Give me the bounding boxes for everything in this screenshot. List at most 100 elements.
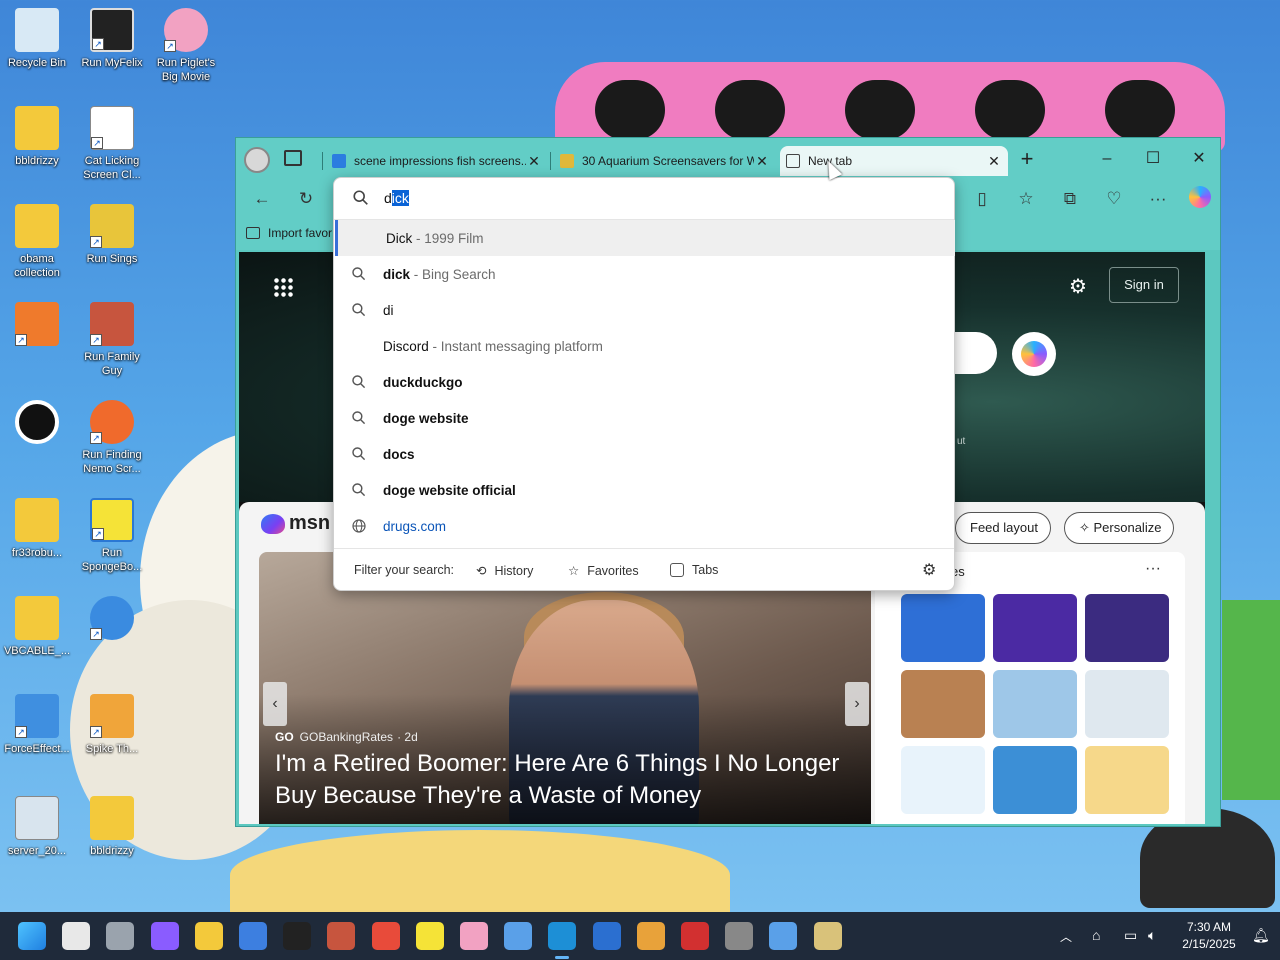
game-tile[interactable] (1085, 670, 1169, 738)
personalize-button[interactable]: ✧ Personalize (1064, 512, 1175, 544)
suggestion-item[interactable]: duckduckgo (335, 364, 955, 400)
game-tile[interactable] (901, 670, 985, 738)
volume-icon[interactable]: 🔈︎ (1148, 927, 1156, 960)
browser-essentials-icon[interactable]: ♡ (1100, 186, 1128, 212)
sparkle-icon[interactable] (62, 922, 91, 950)
suggestion-item[interactable]: doge website official (335, 472, 955, 508)
shark-app-icon[interactable] (592, 922, 621, 950)
network-icon[interactable]: ⌂ (1092, 927, 1100, 960)
fish-app-icon[interactable] (371, 922, 400, 950)
desktop-icon-run-family-guy[interactable]: ↗ Run Family Guy (76, 302, 148, 378)
profile-avatar[interactable] (244, 147, 270, 173)
desktop-icon-run-finding-nemo[interactable]: ↗ Run Finding Nemo Scr... (76, 400, 148, 476)
game-tile[interactable] (993, 670, 1077, 738)
desktop-icon-run-myfelix[interactable]: ↗ Run MyFelix (76, 8, 148, 70)
collections-icon[interactable]: ⧉ (1056, 186, 1084, 212)
next-arrow-button[interactable]: › (845, 682, 869, 726)
suggestion-item[interactable]: dick - Bing Search (335, 256, 955, 292)
favorites-star-icon[interactable]: ☆ (1012, 186, 1040, 212)
filter-favorites-button[interactable]: ☆ Favorites (568, 563, 639, 579)
game-tile[interactable] (901, 594, 985, 662)
filter-tabs-button[interactable]: Tabs (670, 563, 718, 577)
desktop-icon-vbcable[interactable]: VBCABLE_... (1, 596, 73, 658)
close-icon[interactable]: ✕ (526, 153, 542, 170)
desktop-icon-box[interactable]: ↗ (1, 302, 73, 350)
gear-icon[interactable]: ⚙ (1069, 274, 1087, 299)
desktop-icon-roblox[interactable] (1, 400, 73, 448)
store-icon[interactable] (239, 922, 267, 950)
desktop-icon-obama-collection[interactable]: obama collection (1, 204, 73, 280)
desktop-icon-run-sings[interactable]: ↗ Run Sings (76, 204, 148, 266)
notification-bell-icon[interactable]: 🔔︎ (1252, 927, 1270, 960)
suggestion-item[interactable]: Discord - Instant messaging platform (335, 328, 955, 364)
more-menu-icon[interactable]: ··· (1144, 186, 1172, 212)
news-headline[interactable]: I'm a Retired Boomer: Here Are 6 Things … (275, 748, 865, 812)
desktop-icon-recycle-bin[interactable]: Recycle Bin (1, 8, 73, 70)
refresh-icon[interactable]: ↻ (292, 186, 320, 212)
news-card[interactable]: ‹ › GO GOBankingRates · 2d I'm a Retired… (259, 552, 871, 824)
desktop-icon-run-spongebob[interactable]: ↗ Run SpongeBo... (76, 498, 148, 574)
gear-icon[interactable]: ⚙ (922, 560, 936, 580)
new-tab-button[interactable]: + (1013, 147, 1041, 173)
msn-logo[interactable]: msn (261, 512, 330, 535)
installer-app-icon[interactable] (769, 922, 798, 950)
tab-aquarium-screensavers[interactable]: 30 Aquarium Screensavers for W... ✕ (554, 146, 776, 176)
split-screen-icon[interactable]: ▯ (968, 186, 996, 212)
close-icon[interactable]: ✕ (754, 153, 770, 170)
file-explorer-icon[interactable] (194, 922, 223, 950)
display-icon[interactable]: ▭ (1124, 927, 1137, 960)
suggestion-item[interactable]: Dick - 1999 Film (335, 220, 955, 256)
game-tile[interactable] (901, 746, 985, 814)
clock[interactable]: 7:30 AM 2/15/2025 (1170, 919, 1248, 953)
red-app-icon[interactable] (681, 922, 709, 950)
desktop-icon-spike[interactable]: ↗ Spike Th... (76, 694, 148, 756)
desktop-icon-cat-licking[interactable]: ↗ Cat Licking Screen Cl... (76, 106, 148, 182)
desktop-icon-forceeffect[interactable]: ↗ ForceEffect... (1, 694, 73, 756)
desktop-icon-fr33robu[interactable]: fr33robu... (1, 498, 73, 560)
tab-new-tab[interactable]: New tab ✕ (780, 146, 1008, 176)
back-arrow-icon[interactable]: ← (248, 186, 276, 212)
copilot-icon[interactable] (1189, 186, 1211, 208)
game-tile[interactable] (993, 746, 1077, 814)
address-bar-input[interactable]: dick (334, 178, 954, 220)
sponge-app-icon[interactable] (415, 922, 444, 950)
tab-scene-impressions[interactable]: scene impressions fish screens... ✕ (326, 146, 548, 176)
close-window-button[interactable]: ✕ (1177, 146, 1221, 172)
desktop-icon-bbldrizzy-folder[interactable]: bbldrizzy (1, 106, 73, 168)
desktop-icon-run-piglet[interactable]: ↗ Run Piglet's Big Movie (150, 8, 222, 84)
filter-history-button[interactable]: ⟲ History (476, 563, 533, 579)
game-tile[interactable] (1085, 594, 1169, 662)
desktop-icon-bbldrizzy-zip[interactable]: bbldrizzy (76, 796, 148, 858)
desktop-icon-character[interactable]: ↗ (76, 596, 148, 644)
cat-app-icon[interactable] (283, 922, 312, 950)
windows-start-icon[interactable] (18, 922, 46, 950)
desktop-icon-server[interactable]: server_20... (1, 796, 73, 858)
suggestion-item[interactable]: docs (335, 436, 955, 472)
previous-arrow-button[interactable]: ‹ (263, 682, 287, 726)
task-view-icon[interactable] (106, 922, 135, 950)
suggestion-item[interactable]: doge website (335, 400, 955, 436)
monitor-app-icon[interactable] (504, 922, 533, 950)
game-tile[interactable] (993, 594, 1077, 662)
copilot-icon[interactable] (150, 922, 179, 950)
character-app-icon[interactable] (636, 922, 665, 950)
maximize-button[interactable]: ☐ (1131, 146, 1175, 172)
piglet-app-icon[interactable] (460, 922, 488, 950)
import-favorites-button[interactable]: Import favor (246, 226, 332, 240)
library-app-icon[interactable] (813, 922, 842, 950)
chevron-up-icon[interactable]: ︿ (1060, 928, 1072, 960)
suggestion-item[interactable]: di (335, 292, 955, 328)
edge-icon[interactable] (548, 922, 577, 950)
feed-layout-button[interactable]: Feed layout (955, 512, 1051, 544)
suggestion-item[interactable]: drugs.com (335, 508, 955, 544)
minimize-button[interactable]: – (1085, 146, 1129, 172)
family-app-icon[interactable] (327, 922, 356, 950)
dog-app-icon[interactable] (725, 922, 754, 950)
close-icon[interactable]: ✕ (986, 153, 1002, 170)
tab-actions-icon[interactable] (284, 150, 302, 166)
sign-in-button[interactable]: Sign in (1109, 267, 1179, 303)
game-tile[interactable] (1085, 746, 1169, 814)
more-options-icon[interactable]: ··· (1145, 560, 1161, 578)
app-launcher-icon[interactable] (273, 277, 293, 297)
copilot-search-icon[interactable] (1012, 332, 1056, 376)
